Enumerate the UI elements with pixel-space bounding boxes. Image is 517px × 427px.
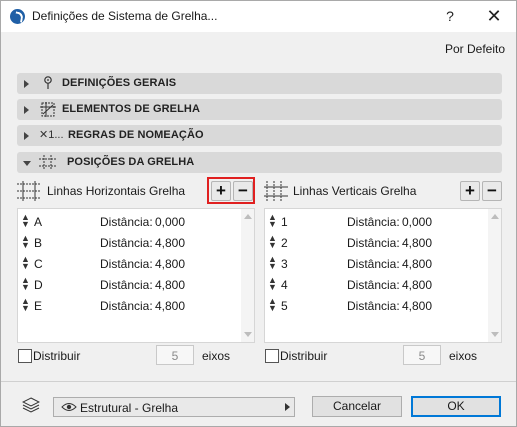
add-horizontal-line-button[interactable]: + — [211, 181, 231, 201]
eye-icon — [61, 401, 77, 413]
scroll-up-icon[interactable] — [244, 214, 252, 219]
expand-arrow-icon — [24, 132, 29, 140]
section-grid-positions[interactable]: POSIÇÕES DA GRELHA — [17, 152, 502, 173]
scroll-up-icon[interactable] — [491, 214, 499, 219]
list-item[interactable]: ▲ ▼ C Distância: 4,800 — [18, 253, 240, 274]
drag-handle-icon[interactable]: ▲ ▼ — [21, 234, 30, 250]
remove-horizontal-line-button[interactable]: − — [233, 181, 253, 201]
expand-arrow-icon — [24, 106, 29, 114]
horizontal-lines-title: Linhas Horizontais Grelha — [47, 184, 186, 198]
title-bar: Definições de Sistema de Grelha... ? ✕ — [1, 1, 516, 32]
horizontal-lines-list[interactable]: ▲ ▼ A Distância: 0,000 ▲ ▼ B Distância: 4,… — [17, 208, 255, 343]
grid-element-icon — [39, 102, 57, 117]
list-item[interactable]: ▲ ▼ 1 Distância: 0,000 — [265, 211, 487, 232]
distribute-vertical-label: Distribuir — [280, 349, 328, 363]
defaults-button[interactable]: Por Defeito — [445, 42, 505, 56]
layers-icon — [21, 397, 41, 413]
grid-system-settings-dialog: Definições de Sistema de Grelha... ? ✕ P… — [0, 0, 517, 427]
vertical-scrollbar[interactable] — [488, 209, 501, 342]
layer-select[interactable]: Estrutural - Grelha — [53, 397, 295, 417]
scroll-down-icon[interactable] — [244, 332, 252, 337]
grid-positions-icon — [39, 155, 57, 170]
list-item[interactable]: ▲ ▼ 4 Distância: 4,800 — [265, 274, 487, 295]
archicad-app-icon — [10, 9, 25, 24]
remove-vertical-line-button[interactable]: − — [482, 181, 502, 201]
distribute-vertical-checkbox[interactable] — [265, 349, 279, 363]
vertical-axes-unit: eixos — [449, 349, 478, 363]
section-label: REGRAS DE NOMEAÇÃO — [68, 129, 204, 141]
horizontal-axes-unit: eixos — [202, 349, 231, 363]
vertical-lines-list[interactable]: ▲ ▼ 1 Distância: 0,000 ▲ ▼ 2 Distância: 4,… — [264, 208, 502, 343]
close-button[interactable]: ✕ — [477, 1, 511, 32]
footer-divider — [1, 381, 516, 382]
horizontal-lines-icon — [17, 181, 41, 201]
horizontal-axes-count-field[interactable]: 5 — [156, 345, 194, 365]
drag-handle-icon[interactable]: ▲ ▼ — [21, 297, 30, 313]
list-item[interactable]: ▲ ▼ 3 Distância: 4,800 — [265, 253, 487, 274]
drag-handle-icon[interactable]: ▲ ▼ — [268, 234, 277, 250]
list-item[interactable]: ▲ ▼ B Distância: 4,800 — [18, 232, 240, 253]
section-label: POSIÇÕES DA GRELHA — [67, 156, 195, 168]
section-label: DEFINIÇÕES GERAIS — [62, 77, 177, 89]
list-item[interactable]: ▲ ▼ A Distância: 0,000 — [18, 211, 240, 232]
drag-handle-icon[interactable]: ▲ ▼ — [21, 255, 30, 271]
dropdown-arrow-icon — [285, 403, 290, 411]
scroll-down-icon[interactable] — [491, 332, 499, 337]
drag-handle-icon[interactable]: ▲ ▼ — [268, 213, 277, 229]
vertical-scrollbar[interactable] — [241, 209, 254, 342]
add-vertical-line-button[interactable]: + — [460, 181, 480, 201]
pin-icon — [39, 76, 57, 91]
section-naming-rules[interactable]: ✕1... REGRAS DE NOMEAÇÃO — [17, 125, 502, 146]
section-general-settings[interactable]: DEFINIÇÕES GERAIS — [17, 73, 502, 94]
distribute-horizontal-label: Distribuir — [33, 349, 81, 363]
expand-arrow-icon — [24, 80, 29, 88]
help-button[interactable]: ? — [433, 1, 467, 32]
naming-rule-icon: ✕1... — [39, 129, 64, 141]
vertical-lines-title: Linhas Verticais Grelha — [293, 184, 417, 198]
drag-handle-icon[interactable]: ▲ ▼ — [268, 297, 277, 313]
list-item[interactable]: ▲ ▼ 5 Distância: 4,800 — [265, 295, 487, 316]
section-grid-elements[interactable]: ELEMENTOS DE GRELHA — [17, 99, 502, 120]
vertical-axes-count-field[interactable]: 5 — [403, 345, 441, 365]
drag-handle-icon[interactable]: ▲ ▼ — [21, 276, 30, 292]
list-item[interactable]: ▲ ▼ D Distância: 4,800 — [18, 274, 240, 295]
collapse-arrow-icon — [23, 161, 31, 166]
section-label: ELEMENTOS DE GRELHA — [62, 103, 200, 115]
drag-handle-icon[interactable]: ▲ ▼ — [268, 276, 277, 292]
vertical-lines-icon — [264, 181, 288, 201]
layer-select-value: Estrutural - Grelha — [80, 401, 179, 415]
drag-handle-icon[interactable]: ▲ ▼ — [21, 213, 30, 229]
list-item[interactable]: ▲ ▼ 2 Distância: 4,800 — [265, 232, 487, 253]
drag-handle-icon[interactable]: ▲ ▼ — [268, 255, 277, 271]
distribute-horizontal-checkbox[interactable] — [18, 349, 32, 363]
window-title: Definições de Sistema de Grelha... — [32, 9, 218, 23]
cancel-button[interactable]: Cancelar — [312, 396, 402, 417]
ok-button[interactable]: OK — [411, 396, 501, 417]
list-item[interactable]: ▲ ▼ E Distância: 4,800 — [18, 295, 240, 316]
